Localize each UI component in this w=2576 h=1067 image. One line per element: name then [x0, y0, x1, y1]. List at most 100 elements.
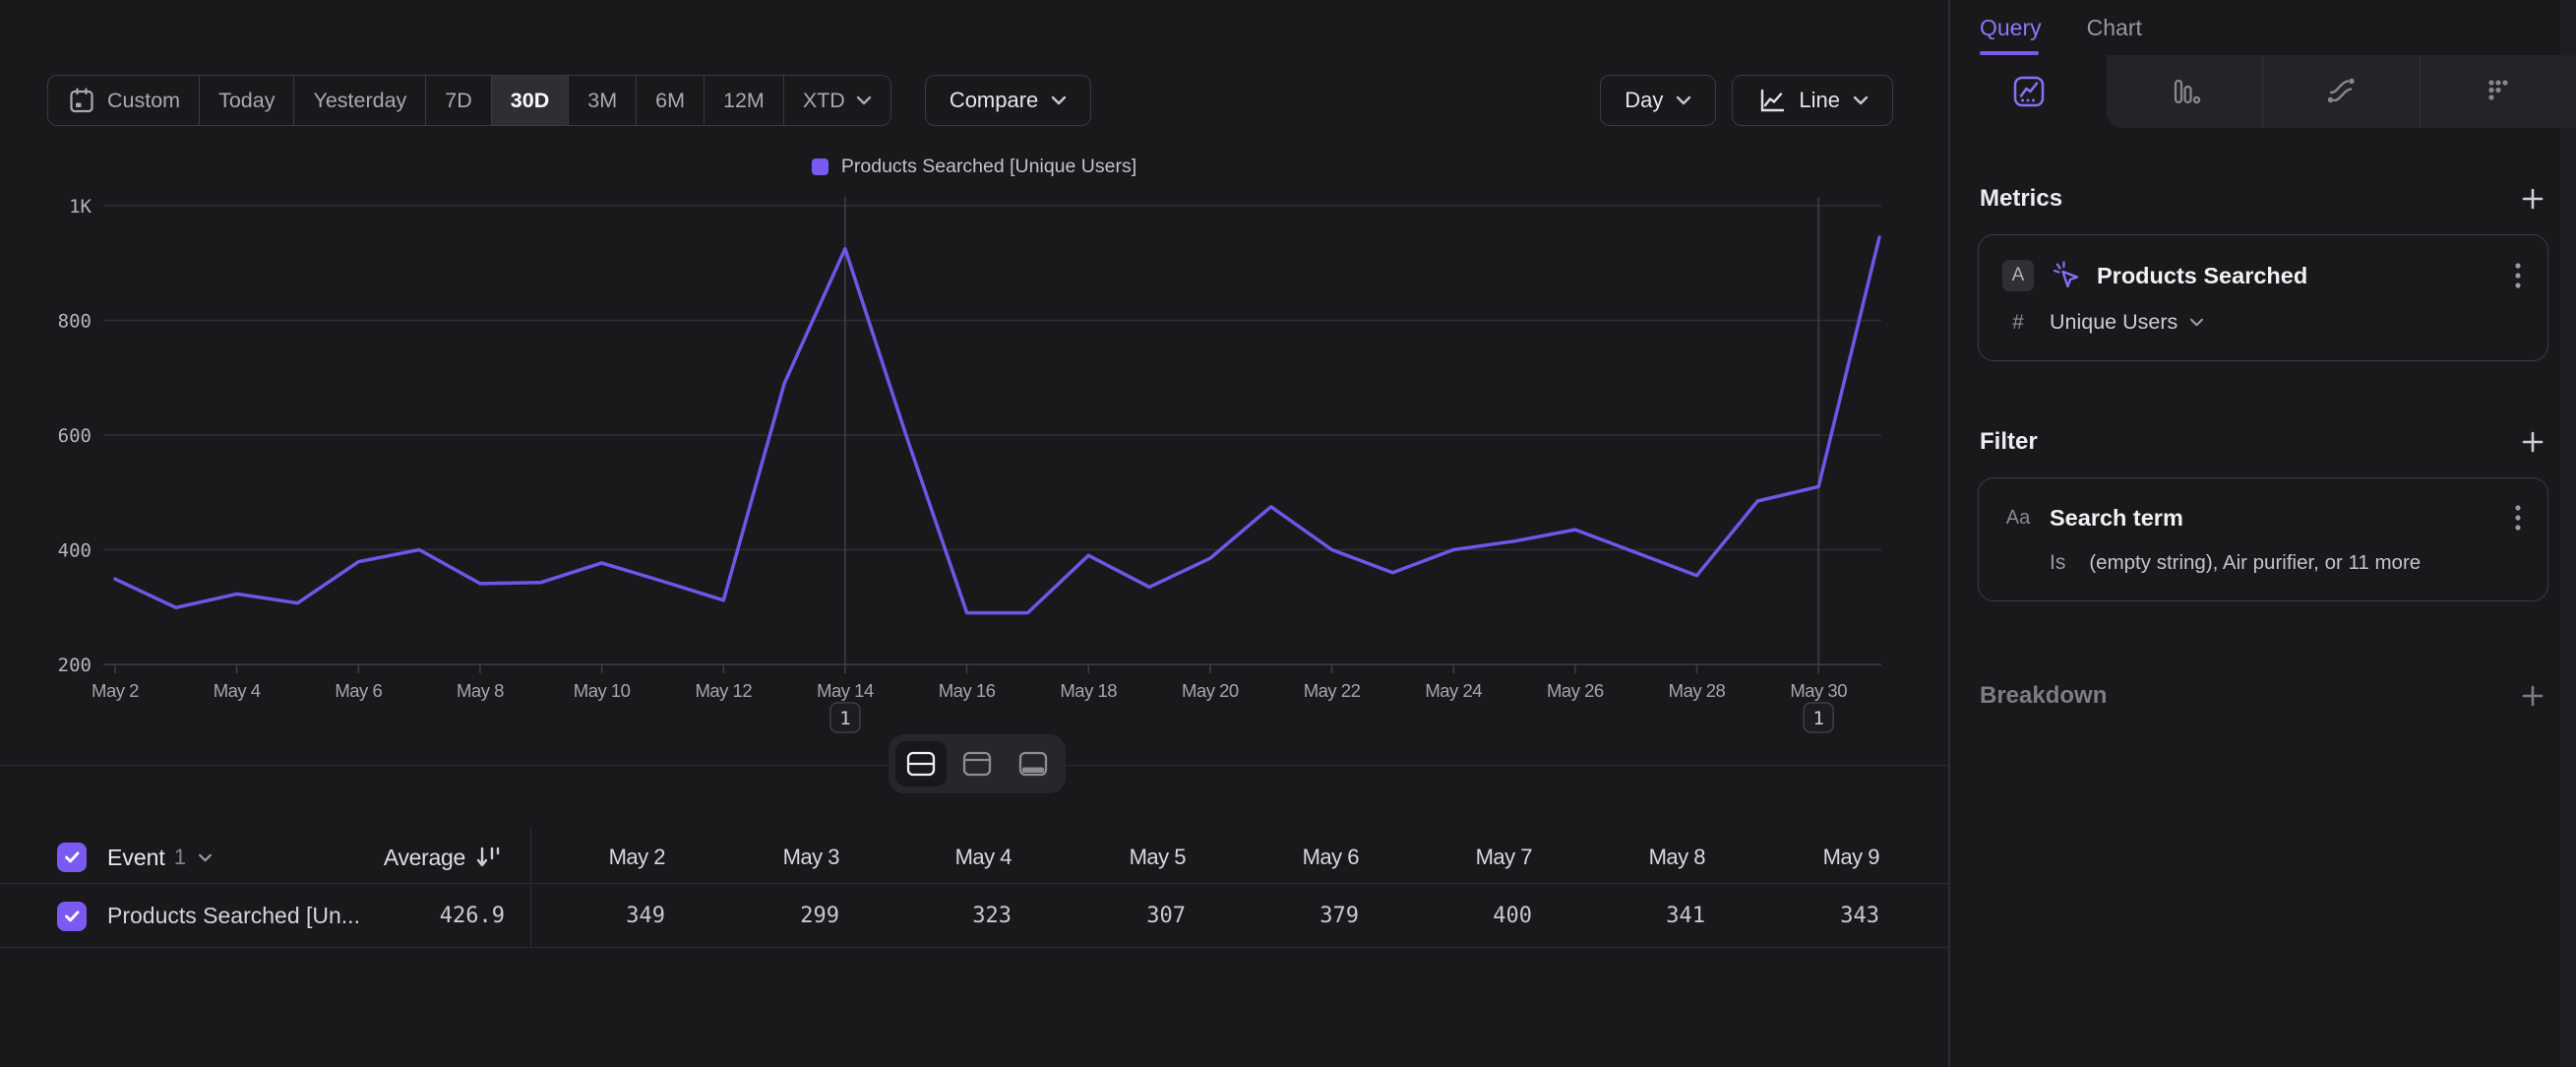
range-xtd[interactable]: XTD [783, 76, 890, 125]
date-column-header[interactable]: May 2 [498, 832, 665, 883]
compare-label: Compare [950, 88, 1038, 113]
range-yesterday[interactable]: Yesterday [293, 76, 425, 125]
date-cell-value: 400 [1365, 886, 1532, 947]
x-axis-label: May 12 [695, 680, 752, 701]
chevron-down-icon [2189, 318, 2204, 327]
range-label: Yesterday [313, 89, 406, 113]
series-name: Products Searched [Un... [107, 903, 360, 929]
filter-card[interactable]: Aa Search term Is (empty string), Air pu… [1978, 477, 2548, 601]
range-6m[interactable]: 6M [636, 76, 704, 125]
flows-icon [2323, 74, 2359, 109]
x-axis-label: May 22 [1304, 680, 1361, 701]
x-axis-label: May 6 [335, 680, 382, 701]
add-breakdown-button[interactable] [2519, 682, 2546, 710]
x-axis-label: May 14 [817, 680, 874, 701]
granularity-dropdown[interactable]: Day [1600, 75, 1716, 126]
filter-value[interactable]: (empty string), Air purifier, or 11 more [2089, 551, 2421, 575]
event-pointer-icon [2050, 259, 2083, 292]
metric-card[interactable]: A Products Searched # Unique Users [1978, 234, 2548, 361]
split-view-button[interactable] [895, 741, 947, 786]
date-column-header[interactable]: May 9 [1712, 832, 1879, 883]
measure-prefix: # [2002, 311, 2034, 335]
line-chart-icon [1756, 86, 1786, 115]
range-label: 6M [655, 89, 685, 113]
chart-only-view-button[interactable] [951, 741, 1003, 786]
metric-card-row2: # Unique Users [2002, 310, 2522, 335]
x-axis-label: May 8 [457, 680, 504, 701]
chart-type-label: Line [1799, 88, 1840, 113]
range-custom[interactable]: Custom [48, 76, 199, 125]
range-label: 12M [723, 89, 765, 113]
measure-selector[interactable]: Unique Users [2050, 310, 2177, 335]
bar-chart-tab[interactable] [2107, 55, 2262, 128]
main-pane: CustomToday Yesterday 7D30D 3M 6M 12M XTD Comp… [0, 0, 1948, 1067]
date-column-header[interactable]: May 5 [1018, 832, 1186, 883]
analytics-app: CustomToday Yesterday 7D30D 3M 6M 12M XTD Comp… [0, 0, 2576, 1067]
x-axis-label: May 18 [1060, 680, 1117, 701]
x-axis-label: May 28 [1669, 680, 1726, 701]
add-metric-button[interactable] [2519, 185, 2546, 213]
table-header-left: Event 1 Average [0, 832, 530, 883]
add-filter-button[interactable] [2519, 428, 2546, 456]
insights-icon [2011, 74, 2047, 109]
scrollbar[interactable] [2560, 0, 2576, 1067]
chevron-down-icon [1853, 95, 1869, 105]
y-axis-label: 600 [58, 425, 92, 447]
tab-chart[interactable]: Chart [2087, 15, 2142, 41]
query-sidebar: Query Chart Metrics A Products Searched … [1950, 0, 2576, 1067]
line-chart: 2004006008001KMay 2May 4May 6May 8May 10… [0, 138, 1948, 753]
chevron-down-icon [856, 95, 872, 105]
table-column-divider [530, 827, 531, 948]
tab-query[interactable]: Query [1980, 15, 2042, 41]
event-checkbox[interactable] [57, 843, 87, 872]
date-column-header[interactable]: May 6 [1192, 832, 1359, 883]
table-only-view-button[interactable] [1008, 741, 1059, 786]
series-line [115, 237, 1879, 613]
x-axis-label: May 16 [939, 680, 996, 701]
table-header-row: Event 1 Average May 2May 3May 4May 5May … [0, 832, 1948, 884]
x-axis-label: May 26 [1547, 680, 1604, 701]
chart-type-dropdown[interactable]: Line [1732, 75, 1893, 126]
date-cell-value: 307 [1018, 886, 1186, 947]
event-column-label: Event [107, 845, 165, 871]
string-property-badge: Aa [2002, 507, 2034, 530]
x-axis-label: May 24 [1425, 680, 1482, 701]
bars-icon [2167, 74, 2202, 109]
x-axis-label: May 4 [214, 680, 261, 701]
kebab-menu-icon[interactable] [2514, 260, 2522, 291]
average-column-label: Average [384, 845, 465, 871]
insights-tab[interactable] [1950, 55, 2107, 128]
date-column-header[interactable]: May 7 [1365, 832, 1532, 883]
annotation-badge-label: 1 [1812, 708, 1823, 729]
chevron-down-icon[interactable] [198, 853, 213, 862]
range-7d[interactable]: 7D [425, 76, 490, 125]
report-type-tabs [1950, 55, 2576, 128]
x-axis-label: May 20 [1182, 680, 1239, 701]
breakdown-section-header: Breakdown [1950, 682, 2576, 710]
inactive-report-tabs [2107, 55, 2576, 128]
more-options-tab[interactable] [2420, 55, 2576, 128]
kebab-menu-icon[interactable] [2514, 502, 2522, 534]
compare-button[interactable]: Compare [925, 75, 1091, 126]
x-axis-label: May 2 [92, 680, 139, 701]
date-column-header[interactable]: May 8 [1538, 832, 1705, 883]
date-column-header[interactable]: May 4 [844, 832, 1012, 883]
range-12m[interactable]: 12M [704, 76, 783, 125]
range-30d[interactable]: 30D [491, 76, 568, 125]
calendar-icon [67, 86, 96, 115]
date-cell-value: 343 [1712, 886, 1879, 947]
range-label: 3M [587, 89, 617, 113]
metric-series-badge: A [2002, 260, 2034, 291]
series-checkbox[interactable] [57, 902, 87, 931]
y-axis-label: 400 [58, 540, 92, 562]
range-3m[interactable]: 3M [568, 76, 636, 125]
date-range-group: CustomToday Yesterday 7D30D 3M 6M 12M XTD [47, 75, 891, 126]
filter-section-header: Filter [1950, 428, 2576, 456]
metric-name: Products Searched [2097, 263, 2307, 289]
breakdown-heading: Breakdown [1980, 682, 2107, 710]
metrics-heading: Metrics [1980, 185, 2062, 213]
date-column-header[interactable]: May 3 [672, 832, 839, 883]
filter-operator[interactable]: Is [2050, 551, 2065, 575]
range-today[interactable]: Today [199, 76, 293, 125]
flows-tab[interactable] [2262, 55, 2419, 128]
